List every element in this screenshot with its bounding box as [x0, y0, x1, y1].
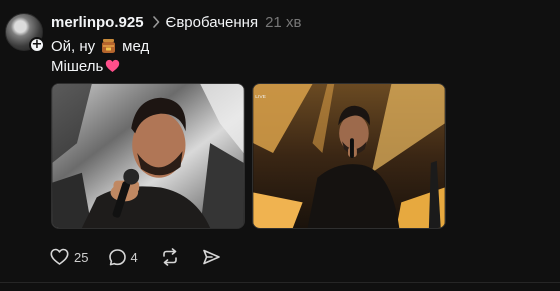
- post-time[interactable]: 21 хв: [265, 14, 301, 31]
- post-text-line-1: Ой, ну мед: [51, 36, 149, 56]
- text-segment: Ой, ну: [51, 37, 96, 55]
- chevron-right-icon: [152, 16, 160, 28]
- post-header: merlinpo.925 Євробачення 21 хв: [51, 12, 301, 32]
- send-icon: [202, 249, 220, 265]
- share-button[interactable]: [202, 248, 221, 266]
- heart-icon: [50, 248, 69, 265]
- repost-button[interactable]: [160, 248, 180, 266]
- performer-stage-photo: LIVE: [253, 84, 445, 228]
- reply-count: 4: [130, 249, 138, 265]
- svg-text:LIVE: LIVE: [255, 94, 266, 100]
- reply-button[interactable]: 4: [108, 248, 138, 267]
- honey-pot-emoji: [100, 38, 117, 54]
- text-segment: мед: [122, 37, 150, 55]
- post-actions: 25 4: [50, 246, 221, 268]
- post-image-1[interactable]: [51, 83, 245, 229]
- pink-heart-emoji: [105, 59, 120, 73]
- like-count: 25: [74, 249, 89, 265]
- divider: [0, 282, 560, 283]
- avatar[interactable]: +: [5, 13, 45, 53]
- topic-tag[interactable]: Євробачення: [166, 14, 259, 31]
- performer-closeup-photo: [52, 84, 244, 228]
- username[interactable]: merlinpo.925: [51, 14, 144, 31]
- post-text-line-2: Мішель: [51, 56, 122, 76]
- text-segment: Мішель: [51, 57, 104, 75]
- like-button[interactable]: 25: [50, 248, 88, 266]
- repost-icon: [162, 248, 177, 266]
- comment-icon: [109, 248, 127, 265]
- post-image-2[interactable]: LIVE: [252, 83, 446, 229]
- plus-icon[interactable]: +: [29, 37, 45, 53]
